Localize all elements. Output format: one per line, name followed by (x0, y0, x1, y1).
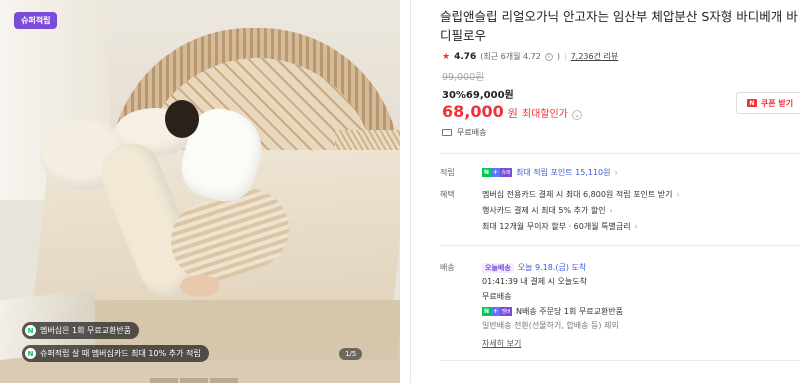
chevron-down-icon[interactable]: ⌄ (571, 110, 582, 120)
image-pager: 1/5 (339, 348, 363, 360)
product-image-gallery[interactable]: 슈퍼적립 N 멤버십은 1회 무료교환반품 N 슈퍼적립 살 때 멤버십카드 최… (0, 0, 400, 383)
product-title: 슬립앤슬립 리얼오가닉 안고자는 임산부 체압분산 S자형 바디베개 바디필로우 (440, 9, 798, 43)
perk-text: 행사카드 결제 시 최대 5% 추가 할인 (482, 206, 606, 215)
chevron-right-icon: › (676, 190, 680, 199)
coupon-icon: N (746, 99, 757, 107)
super-points-promo-text: 슈퍼적립 살 때 멤버십카드 최대 10% 추가 적립 (40, 349, 201, 358)
perk-item[interactable]: 멤버십 전용카드 결제 시 최대 6,800원 적립 포인트 받기 › (482, 189, 680, 200)
section-divider (440, 153, 800, 154)
free-shipping-row: 무료배송 (442, 127, 486, 138)
discount-price-line: 30%69,000원 (442, 90, 514, 101)
delivery-details-link[interactable]: 자세히 보기 (482, 338, 521, 349)
coupon-button[interactable]: N 쿠폰 받기 (736, 92, 800, 114)
membership-promo-pill: N 멤버십은 1회 무료교환반품 (22, 322, 140, 339)
thumbnail-strip[interactable] (150, 378, 238, 383)
perks-label: 혜택 (440, 190, 455, 199)
thumbnail[interactable] (210, 378, 238, 383)
naver-pay-icon: N + 슈퍼 (482, 168, 512, 177)
today-delivery-badge: 오늘배송 (482, 262, 514, 273)
delivery-label: 배송 (440, 263, 455, 272)
delivery-fee: 무료배송 (482, 292, 512, 301)
points-icon: N (25, 348, 36, 359)
column-divider (410, 0, 411, 383)
super-points-promo-pill: N 슈퍼적립 살 때 멤버십카드 최대 10% 추가 적립 (22, 345, 209, 362)
membership-promo-text: 멤버십은 1회 무료교환반품 (40, 326, 132, 335)
info-icon[interactable]: i (544, 52, 553, 61)
section-divider (440, 360, 800, 361)
perk-text: 멤버십 전용카드 결제 시 최대 6,800원 적립 포인트 받기 (482, 190, 673, 199)
points-row[interactable]: N + 슈퍼 최대 적립 포인트 15,110원 › (482, 167, 618, 178)
delivery-arrival-row: 오늘배송 오늘 9.18.(금) 도착 (482, 262, 586, 273)
membership-icon: N (25, 325, 36, 336)
chevron-right-icon: › (609, 206, 613, 215)
recent-rating: (최근 6개월 4.72 (480, 52, 541, 61)
review-count-link[interactable]: 7,236건 리뷰 (571, 51, 619, 62)
coupon-label: 쿠폰 받기 (760, 98, 794, 108)
final-price-row[interactable]: 68,000 원 최대할인가 ⌄ (442, 102, 582, 121)
free-shipping-text: 무료배송 (457, 128, 487, 137)
arrival-date: 오늘 9.18.(금) 도착 (517, 263, 587, 272)
truck-icon (442, 129, 452, 136)
perk-text: 최대 12개월 무이자 할부 · 60개월 특별금리 (482, 222, 631, 231)
price-unit: 원 (507, 107, 518, 120)
chevron-right-icon: › (614, 168, 618, 177)
points-value: 최대 적립 포인트 15,110원 (516, 168, 611, 177)
final-price: 68,000 (442, 102, 504, 121)
rating-score: 4.76 (454, 51, 477, 62)
star-icon: ★ (442, 51, 451, 62)
thumbnail[interactable] (150, 378, 178, 383)
return-policy-row: N + 멤버 N배송 주문당 1회 무료교환반품 (482, 306, 623, 317)
naver-pay-icon: N + 멤버 (482, 307, 512, 316)
super-points-badge: 슈퍼적립 (14, 12, 58, 29)
divider: | (563, 52, 567, 61)
original-price: 99,000원 (442, 72, 484, 83)
details-link-text[interactable]: 자세히 보기 (482, 338, 521, 349)
delivery-exclusion: 일반배송 전환(선물하기, 합배송 등) 제외 (482, 321, 619, 330)
max-discount-label[interactable]: 최대할인가 (522, 105, 568, 120)
delivery-countdown: 01:41:39 내 결제 시 오늘도착 (482, 277, 587, 286)
thumbnail[interactable] (180, 378, 208, 383)
points-label: 적립 (440, 168, 455, 177)
rating-row: ★ 4.76 (최근 6개월 4.72 i) | 7,236건 리뷰 (442, 51, 619, 62)
product-info-panel: 슬립앤슬립 리얼오가닉 안고자는 임산부 체압분산 S자형 바디베개 바디필로우… (440, 0, 800, 383)
section-divider (440, 245, 800, 246)
chevron-right-icon: › (634, 222, 638, 231)
perk-item[interactable]: 최대 12개월 무이자 할부 · 60개월 특별금리 › (482, 221, 638, 232)
perk-item[interactable]: 행사카드 결제 시 최대 5% 추가 할인 › (482, 205, 613, 216)
return-policy-text: N배송 주문당 1회 무료교환반품 (516, 307, 624, 316)
